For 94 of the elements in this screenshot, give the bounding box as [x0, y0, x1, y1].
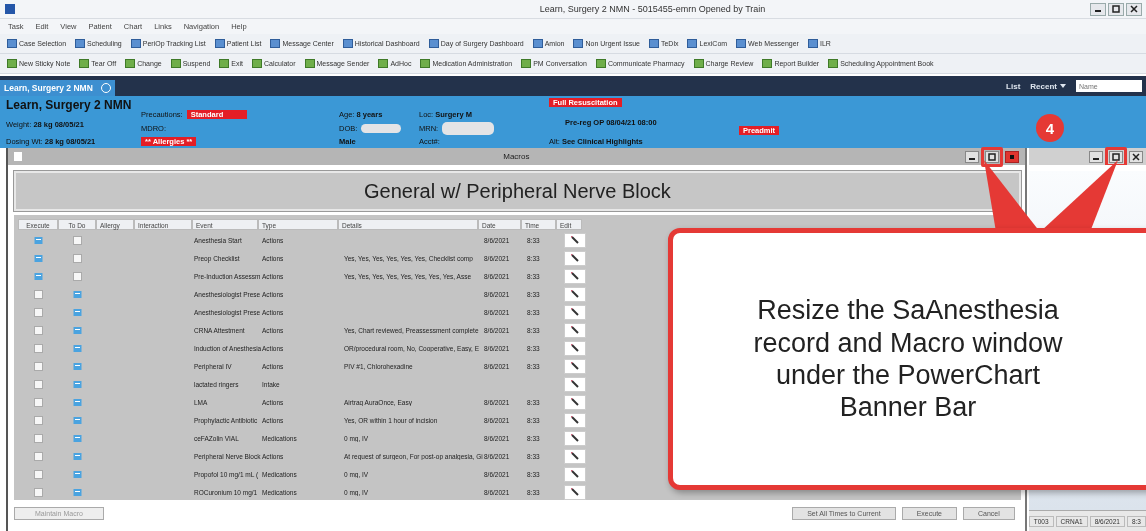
- window-icon: [75, 39, 86, 48]
- document-icon[interactable]: [33, 253, 43, 263]
- document-icon[interactable]: [72, 307, 82, 317]
- restore-icon: [1112, 5, 1120, 13]
- tool-icon: [79, 59, 90, 68]
- document-icon[interactable]: [72, 289, 82, 299]
- window-title: Learn, Surgery 2 NMN - 5015455-emrn Opened by Train: [538, 4, 767, 14]
- edit-button[interactable]: [564, 376, 586, 392]
- list-link[interactable]: List: [1006, 81, 1021, 91]
- document-icon[interactable]: [72, 451, 82, 461]
- window-icon: [532, 39, 543, 48]
- window-icon: [130, 39, 141, 48]
- window-icon: [342, 39, 353, 48]
- checkbox[interactable]: [33, 361, 43, 371]
- window-icon: [648, 39, 659, 48]
- tool-icon: [762, 59, 773, 68]
- patient-name: Learn, Surgery 2 NMN: [6, 98, 133, 112]
- checkbox[interactable]: [33, 433, 43, 443]
- checkbox[interactable]: [33, 415, 43, 425]
- checkbox[interactable]: [33, 343, 43, 353]
- edit-button[interactable]: [564, 484, 586, 500]
- tool-icon: [304, 59, 315, 68]
- minimize-button[interactable]: [1088, 150, 1103, 163]
- document-icon[interactable]: [72, 361, 82, 371]
- tool-icon: [693, 59, 704, 68]
- checkbox[interactable]: [33, 379, 43, 389]
- tool-icon: [420, 59, 431, 68]
- edit-button[interactable]: [564, 358, 586, 374]
- edit-button[interactable]: [564, 304, 586, 320]
- maximize-button[interactable]: [1108, 2, 1124, 16]
- redacted-block: [442, 121, 495, 135]
- window-icon: [736, 39, 747, 48]
- document-icon[interactable]: [72, 397, 82, 407]
- document-icon[interactable]: [72, 379, 82, 389]
- maximize-icon: [987, 152, 996, 161]
- checkbox[interactable]: [33, 307, 43, 317]
- document-icon[interactable]: [33, 271, 43, 281]
- caret-icon: [1060, 84, 1066, 88]
- window-icon: [573, 39, 584, 48]
- checkbox[interactable]: [72, 253, 82, 263]
- checkbox[interactable]: [72, 271, 82, 281]
- checkbox[interactable]: [33, 487, 43, 497]
- checkbox[interactable]: [33, 397, 43, 407]
- app-icon: [5, 4, 15, 14]
- close-button[interactable]: [1004, 150, 1019, 163]
- document-icon[interactable]: [72, 487, 82, 497]
- tool-icon: [828, 59, 839, 68]
- tool-icon: [219, 59, 230, 68]
- macro-heading: General w/ Peripheral Nerve Block: [14, 171, 1021, 211]
- window-icon: [270, 39, 281, 48]
- tool-icon: [378, 59, 389, 68]
- document-icon[interactable]: [33, 235, 43, 245]
- edit-button[interactable]: [564, 448, 586, 464]
- document-icon[interactable]: [72, 325, 82, 335]
- recent-button[interactable]: Recent: [1030, 81, 1066, 91]
- tool-icon: [252, 59, 262, 68]
- callout-text: Resize the SaAnesthesia record and Macro window under the PowerChart Banner Bar: [752, 294, 1064, 424]
- tool-icon: [521, 59, 532, 68]
- document-icon[interactable]: [72, 469, 82, 479]
- close-button[interactable]: [1128, 150, 1143, 163]
- close-button[interactable]: [1126, 2, 1142, 16]
- tool-icon: [595, 59, 606, 68]
- document-icon[interactable]: [72, 415, 82, 425]
- checkbox[interactable]: [33, 451, 43, 461]
- window-icon: [687, 39, 698, 48]
- edit-button[interactable]: [564, 340, 586, 356]
- edit-button[interactable]: [564, 412, 586, 428]
- tool-icon: [125, 59, 136, 68]
- window-title: Macros: [503, 152, 530, 161]
- edit-button[interactable]: [564, 232, 586, 248]
- minimize-button[interactable]: [964, 150, 979, 163]
- window-icon: [214, 39, 225, 48]
- edit-button[interactable]: [564, 286, 586, 302]
- tool-icon: [170, 59, 181, 68]
- edit-button[interactable]: [564, 430, 586, 446]
- edit-button[interactable]: [564, 322, 586, 338]
- document-icon[interactable]: [72, 433, 82, 443]
- edit-button[interactable]: [564, 394, 586, 410]
- edit-button[interactable]: [564, 466, 586, 482]
- minimize-button[interactable]: [1090, 2, 1106, 16]
- window-icon: [807, 39, 818, 48]
- app-icon: [14, 152, 22, 161]
- window-icon: [428, 39, 439, 48]
- checkbox[interactable]: [33, 289, 43, 299]
- document-icon[interactable]: [72, 343, 82, 353]
- checkbox[interactable]: [72, 235, 82, 245]
- window-icon: [7, 39, 17, 48]
- checkbox[interactable]: [33, 469, 43, 479]
- edit-button[interactable]: [564, 268, 586, 284]
- tool-icon: [7, 59, 17, 68]
- checkbox[interactable]: [33, 325, 43, 335]
- edit-button[interactable]: [564, 250, 586, 266]
- redacted-block: [361, 123, 402, 133]
- maximize-icon: [1111, 152, 1120, 161]
